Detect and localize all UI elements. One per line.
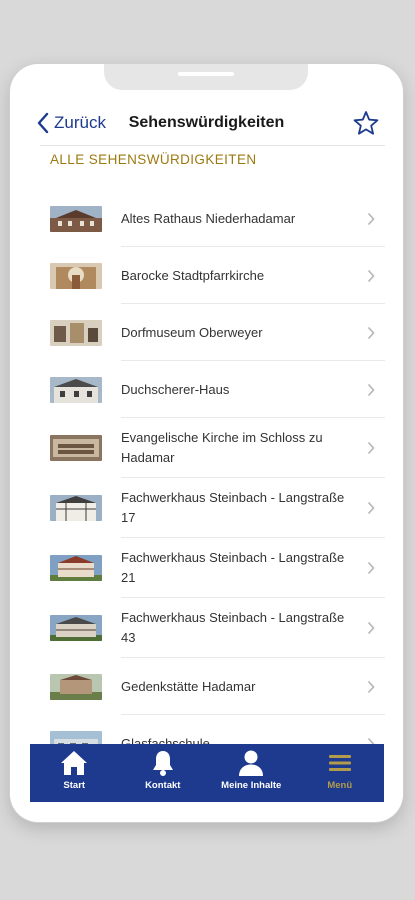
- sight-thumbnail: [50, 376, 102, 403]
- list-item[interactable]: Fachwerkhaus Steinbach - Langstraße 17: [10, 478, 403, 538]
- phone-frame: Zurück Sehenswürdigkeiten ALLE SEHENSWÜR…: [10, 64, 403, 822]
- list-item[interactable]: Glasfachschule: [10, 715, 403, 744]
- sight-thumbnail: [50, 319, 102, 346]
- tab-label: Meine Inhalte: [221, 780, 282, 791]
- sight-label: Fachwerkhaus Steinbach - Langstraße 17: [121, 490, 345, 525]
- hamburger-menu-icon: [328, 755, 351, 771]
- header-divider: [40, 145, 385, 146]
- list-item[interactable]: Barocke Stadtpfarrkirche: [10, 247, 403, 304]
- person-icon: [239, 750, 264, 776]
- chevron-right-icon: [367, 269, 375, 282]
- list-item[interactable]: Evangelische Kirche im Schloss zu Hadama…: [10, 418, 403, 478]
- list-item[interactable]: Fachwerkhaus Steinbach - Langstraße 21: [10, 538, 403, 598]
- tab-label: Start: [63, 780, 86, 791]
- tab-label: Kontakt: [145, 780, 181, 791]
- sight-thumbnail: [50, 262, 102, 289]
- tab-meine-inhalte[interactable]: Meine Inhalte: [207, 744, 296, 802]
- sight-label: Evangelische Kirche im Schloss zu Hadama…: [121, 430, 323, 465]
- chevron-right-icon: [367, 621, 375, 635]
- tab-label: Menü: [327, 780, 353, 791]
- chevron-right-icon: [367, 212, 375, 225]
- notch-handle: [178, 72, 234, 76]
- sight-label: Duchscherer-Haus: [121, 381, 230, 397]
- favorite-star-icon[interactable]: [353, 110, 379, 136]
- tab-menu[interactable]: Menü: [296, 744, 385, 802]
- tab-start[interactable]: Start: [30, 744, 119, 802]
- list-item[interactable]: Altes Rathaus Niederhadamar: [10, 190, 403, 247]
- section-title: ALLE SEHENSWÜRDIGKEITEN: [50, 152, 257, 167]
- sight-label: Gedenkstätte Hadamar: [121, 678, 256, 694]
- chevron-right-icon: [367, 680, 375, 693]
- list-item[interactable]: Gedenkstätte Hadamar: [10, 658, 403, 715]
- sight-label: Glasfachschule: [121, 735, 210, 745]
- chevron-right-icon: [367, 561, 375, 575]
- sight-thumbnail: [50, 615, 102, 641]
- chevron-right-icon: [367, 737, 375, 744]
- sight-thumbnail: [50, 205, 102, 232]
- sight-label: Dorfmuseum Oberweyer: [121, 324, 263, 340]
- list-item[interactable]: Fachwerkhaus Steinbach - Langstraße 43: [10, 598, 403, 658]
- sight-thumbnail: [50, 495, 102, 521]
- page-title: Sehenswürdigkeiten: [128, 114, 285, 131]
- list-item[interactable]: Duchscherer-Haus: [10, 361, 403, 418]
- bottom-tab-bar: Start Kontakt Meine Inhalte Menü: [30, 744, 384, 802]
- sight-thumbnail: [50, 435, 102, 461]
- bell-icon: [152, 751, 173, 776]
- sight-label: Barocke Stadtpfarrkirche: [121, 267, 265, 283]
- sight-label: Fachwerkhaus Steinbach - Langstraße 43: [121, 610, 345, 645]
- sight-label: Fachwerkhaus Steinbach - Langstraße 21: [121, 550, 345, 585]
- list-item[interactable]: Dorfmuseum Oberweyer: [10, 304, 403, 361]
- nav-header: Zurück Sehenswürdigkeiten: [10, 102, 403, 146]
- chevron-right-icon: [367, 326, 375, 339]
- sights-list[interactable]: Altes Rathaus Niederhadamar Barocke Stad…: [10, 190, 403, 744]
- home-icon: [61, 751, 88, 775]
- device-notch: [104, 64, 308, 90]
- sight-label: Altes Rathaus Niederhadamar: [121, 210, 296, 226]
- sight-thumbnail: [50, 555, 102, 581]
- chevron-right-icon: [367, 441, 375, 455]
- sight-thumbnail: [50, 730, 102, 744]
- chevron-right-icon: [367, 383, 375, 396]
- chevron-right-icon: [367, 501, 375, 515]
- tab-kontakt[interactable]: Kontakt: [119, 744, 208, 802]
- sight-thumbnail: [50, 673, 102, 700]
